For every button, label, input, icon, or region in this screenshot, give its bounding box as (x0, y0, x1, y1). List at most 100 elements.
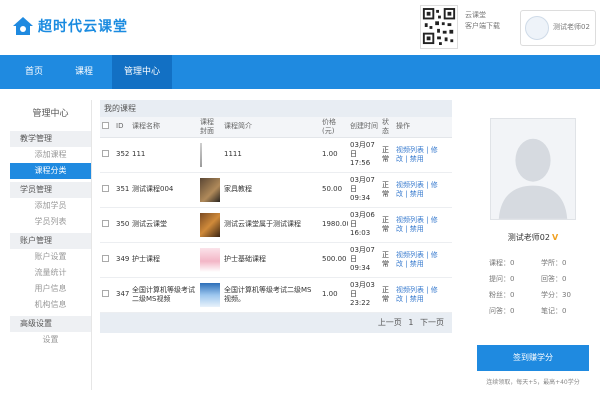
row-status: 正常 (380, 277, 394, 313)
profile-name-line: 测试老师02 V (477, 232, 589, 243)
row-name: 全国计算机等级考试二级MS视频 (130, 277, 198, 313)
row-price: 500.00 (320, 242, 348, 278)
sidebar-item-traffic-stats[interactable]: 流量统计 (10, 265, 91, 281)
sidebar-item-account-settings[interactable]: 账户设置 (10, 249, 91, 265)
sidebar-item-settings[interactable]: 设置 (10, 332, 91, 348)
row-checkbox[interactable] (100, 242, 114, 278)
top-nav: 首页 课程 管理中心 (0, 55, 600, 89)
course-cover-image (200, 247, 220, 272)
row-actions-line2[interactable]: 改 | 禁用 (396, 260, 450, 269)
row-status: 正常 (380, 172, 394, 208)
row-cover (198, 172, 222, 208)
select-all-checkbox[interactable] (100, 117, 114, 138)
row-date: 03月07日 (350, 246, 375, 263)
qr-caption: 云课堂 客户端下载 (465, 10, 500, 32)
row-checkbox[interactable] (100, 137, 114, 173)
row-date: 03月07日 (350, 141, 375, 158)
avatar (525, 16, 549, 40)
sidebar-item-course-category[interactable]: 课程分类 (10, 163, 91, 179)
row-time: 09:34 (350, 194, 371, 202)
row-id: 352 (114, 137, 130, 173)
row-status: 正常 (380, 207, 394, 243)
current-page[interactable]: 1 (408, 318, 413, 327)
row-actions-line2[interactable]: 改 | 禁用 (396, 295, 450, 304)
row-actions-line1[interactable]: 视频列表 | 修 (396, 216, 450, 225)
row-intro: 1111 (222, 137, 320, 173)
sidebar-group-students[interactable]: 学员管理 (10, 182, 91, 198)
sidebar-item-org-info[interactable]: 机构信息 (10, 297, 91, 313)
sidebar-group-teaching[interactable]: 教学管理 (10, 131, 91, 147)
user-menu[interactable]: 测试老师02 (520, 10, 596, 46)
row-price: 1.00 (320, 137, 348, 173)
sidebar: 管理中心 教学管理 添加课程 课程分类 学员管理 添加学员 学员列表 账户管理 … (10, 100, 92, 390)
row-date: 03月03日 (350, 281, 375, 298)
course-cover-image (200, 142, 202, 167)
row-status-line1: 正 (382, 285, 389, 294)
row-id: 349 (114, 242, 130, 278)
row-date: 03月06日 (350, 211, 375, 228)
row-name: 111 (130, 137, 198, 173)
sidebar-group-advanced[interactable]: 高级设置 (10, 316, 91, 332)
table-row: 351 测试课程004 家具教程 50.00 03月07日 09:34 正常 视频… (100, 172, 452, 208)
row-checkbox[interactable] (100, 172, 114, 208)
sidebar-group-account[interactable]: 账户管理 (10, 233, 91, 249)
cloud-house-logo-icon[interactable] (12, 16, 34, 36)
column-header-id: ID (114, 117, 130, 138)
row-actions-line1[interactable]: 视频列表 | 修 (396, 286, 450, 295)
checkin-note: 连续领取，每天+5，最高+40学分 (486, 379, 580, 386)
row-status-line1: 正 (382, 215, 389, 224)
row-status: 正常 (380, 242, 394, 278)
row-actions-line1[interactable]: 视频列表 | 修 (396, 181, 450, 190)
checkin-button[interactable]: 签到赚学分 (477, 345, 589, 371)
qr-caption-line1: 云课堂 (465, 11, 486, 19)
row-id: 351 (114, 172, 130, 208)
nav-courses[interactable]: 课程 (64, 55, 104, 89)
row-time: 23:22 (350, 299, 371, 307)
qr-code-icon (420, 5, 458, 49)
profile-card: 测试老师02 V 课程：0 学所：0 提问：0 回答：0 粉丝：0 学分：30 问… (477, 100, 589, 395)
row-actions-line2[interactable]: 改 | 禁用 (396, 190, 450, 199)
course-panel: 我的课程 ID 课程名称 课程封面 课程简介 价格(元) 创建时间 状态 操作 (100, 100, 452, 340)
nav-home[interactable]: 首页 (14, 55, 54, 89)
brand-title[interactable]: 超时代云课堂 (38, 16, 128, 36)
row-intro: 家具教程 (222, 172, 320, 208)
prev-page-button[interactable]: 上一页 (378, 318, 402, 327)
row-actions[interactable]: 视频列表 | 修改 | 禁用 (394, 242, 452, 278)
row-price: 1.00 (320, 277, 348, 313)
row-actions-line2[interactable]: 改 | 禁用 (396, 155, 450, 164)
row-status: 正常 (380, 137, 394, 173)
row-checkbox[interactable] (100, 207, 114, 243)
column-header-created: 创建时间 (348, 117, 380, 138)
header: 超时代云课堂 云课堂 客户端下载 测试老师02 (0, 0, 600, 55)
sidebar-item-user-info[interactable]: 用户信息 (10, 281, 91, 297)
profile-name: 测试老师02 (507, 233, 550, 242)
row-checkbox[interactable] (100, 277, 114, 313)
next-page-button[interactable]: 下一页 (420, 318, 444, 327)
row-actions[interactable]: 视频列表 | 修改 | 禁用 (394, 172, 452, 208)
row-cover (198, 137, 222, 173)
table-row: 349 护士课程 护士基础课程 500.00 03月07日 09:34 正常 视频… (100, 242, 452, 278)
row-actions[interactable]: 视频列表 | 修改 | 禁用 (394, 137, 452, 173)
row-created: 03月07日 09:34 (348, 242, 380, 278)
course-cover-image (200, 212, 220, 237)
sidebar-item-add-student[interactable]: 添加学员 (10, 198, 91, 214)
row-actions-line2[interactable]: 改 | 禁用 (396, 225, 450, 234)
column-header-name: 课程名称 (130, 117, 198, 138)
row-actions[interactable]: 视频列表 | 修改 | 禁用 (394, 207, 452, 243)
row-intro: 测试云课堂属于测试课程 (222, 207, 320, 243)
nav-management-center[interactable]: 管理中心 (112, 55, 172, 89)
row-intro: 护士基础课程 (222, 242, 320, 278)
row-status-line2: 常 (382, 294, 389, 303)
row-actions[interactable]: 视频列表 | 修改 | 禁用 (394, 277, 452, 313)
column-header-intro: 课程简介 (222, 117, 320, 138)
table-header-row: ID 课程名称 课程封面 课程简介 价格(元) 创建时间 状态 操作 (100, 117, 452, 138)
pagination: 上一页 1 下一页 (100, 312, 452, 333)
row-cover (198, 277, 222, 313)
row-created: 03月07日 09:34 (348, 172, 380, 208)
sidebar-item-add-course[interactable]: 添加课程 (10, 147, 91, 163)
sidebar-item-student-list[interactable]: 学员列表 (10, 214, 91, 230)
column-header-price: 价格(元) (320, 117, 348, 138)
row-actions-line1[interactable]: 视频列表 | 修 (396, 251, 450, 260)
row-status-line2: 常 (382, 224, 389, 233)
row-actions-line1[interactable]: 视频列表 | 修 (396, 146, 450, 155)
